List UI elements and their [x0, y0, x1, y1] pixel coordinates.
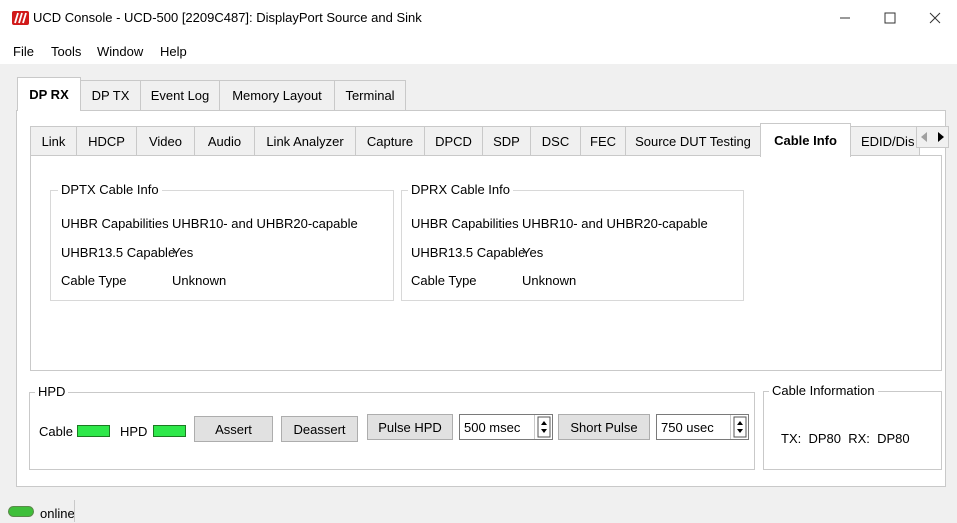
window-title: UCD Console - UCD-500 [2209C487]: Displa…: [33, 10, 422, 25]
scroll-right-icon[interactable]: [937, 132, 944, 142]
cable-information-text: TX: DP80 RX: DP80: [781, 431, 910, 446]
dptx-cable-type-label: Cable Type: [61, 273, 127, 288]
assert-button[interactable]: Assert: [194, 416, 273, 442]
title-bar: UCD Console - UCD-500 [2209C487]: Displa…: [0, 0, 957, 36]
tab-video[interactable]: Video: [136, 126, 195, 156]
dprx-uhbr-cap-label: UHBR Capabilities: [411, 216, 519, 231]
online-status-led: [8, 506, 34, 517]
pulse-duration-value: 500 msec: [464, 420, 521, 435]
tab-dsc[interactable]: DSC: [530, 126, 581, 156]
pulse-duration-spinbox[interactable]: 500 msec: [459, 414, 553, 440]
dprx-group-title: DPRX Cable Info: [408, 182, 513, 197]
tab-source-dut-testing[interactable]: Source DUT Testing: [625, 126, 761, 156]
cable-information-title: Cable Information: [769, 383, 878, 398]
pulse-duration-arrows[interactable]: [534, 415, 552, 439]
hpd-group-title: HPD: [35, 384, 69, 399]
tab-memory-layout[interactable]: Memory Layout: [219, 80, 335, 110]
tab-edid[interactable]: EDID/Dis: [850, 126, 920, 156]
status-separator: [74, 500, 75, 522]
tab-event-log[interactable]: Event Log: [140, 80, 220, 110]
spin-arrows-icon: [733, 416, 747, 438]
tab-terminal[interactable]: Terminal: [334, 80, 406, 110]
close-button[interactable]: [913, 0, 957, 36]
close-icon: [929, 12, 941, 24]
dprx-cable-type-label: Cable Type: [411, 273, 477, 288]
tab-capture[interactable]: Capture: [355, 126, 425, 156]
tab-scroll-buttons: [916, 126, 949, 148]
dptx-uhbr-cap-value: UHBR10- and UHBR20-capable: [172, 216, 358, 231]
menu-bar: File Tools Window Help: [0, 36, 957, 64]
hpd-label: HPD: [120, 424, 148, 439]
short-pulse-duration-arrows[interactable]: [730, 415, 748, 439]
dprx-cable-type-value: Unknown: [522, 273, 577, 288]
tab-link-analyzer[interactable]: Link Analyzer: [254, 126, 356, 156]
tab-dp-tx[interactable]: DP TX: [80, 80, 141, 110]
dptx-cable-type-value: Unknown: [172, 273, 227, 288]
menu-file[interactable]: File: [13, 44, 34, 59]
dptx-uhbr-cap-label: UHBR Capabilities: [61, 216, 169, 231]
tab-dp-rx[interactable]: DP RX: [17, 77, 81, 111]
dprx-uhbr135-label: UHBR13.5 Capable: [411, 245, 526, 260]
short-pulse-duration-value: 750 usec: [661, 420, 714, 435]
maximize-icon: [884, 12, 896, 24]
short-pulse-duration-spinbox[interactable]: 750 usec: [656, 414, 749, 440]
tab-link[interactable]: Link: [30, 126, 77, 156]
minimize-button[interactable]: [823, 0, 867, 36]
short-pulse-button[interactable]: Short Pulse: [558, 414, 650, 440]
menu-tools[interactable]: Tools: [51, 44, 81, 59]
deassert-button[interactable]: Deassert: [281, 416, 358, 442]
tab-audio[interactable]: Audio: [194, 126, 255, 156]
dptx-group-title: DPTX Cable Info: [58, 182, 162, 197]
menu-help[interactable]: Help: [160, 44, 187, 59]
tab-dpcd[interactable]: DPCD: [424, 126, 483, 156]
status-text: online: [40, 506, 75, 521]
dprx-uhbr-cap-value: UHBR10- and UHBR20-capable: [522, 216, 708, 231]
cable-label: Cable: [39, 424, 73, 439]
tab-cable-info[interactable]: Cable Info: [760, 123, 851, 157]
spin-arrows-icon: [537, 416, 551, 438]
maximize-button[interactable]: [868, 0, 912, 36]
cable-status-led: [77, 425, 110, 437]
pulse-hpd-button[interactable]: Pulse HPD: [367, 414, 453, 440]
scroll-left-icon[interactable]: [921, 132, 928, 142]
dptx-uhbr135-label: UHBR13.5 Capable: [61, 245, 176, 260]
dptx-uhbr135-value: Yes: [172, 245, 194, 260]
minimize-icon: [840, 17, 850, 19]
hpd-status-led: [153, 425, 186, 437]
tab-fec[interactable]: FEC: [580, 126, 626, 156]
app-logo-icon: [12, 11, 29, 25]
tab-sdp[interactable]: SDP: [482, 126, 531, 156]
tab-hdcp[interactable]: HDCP: [76, 126, 137, 156]
dprx-uhbr135-value: Yes: [522, 245, 544, 260]
menu-window[interactable]: Window: [97, 44, 143, 59]
